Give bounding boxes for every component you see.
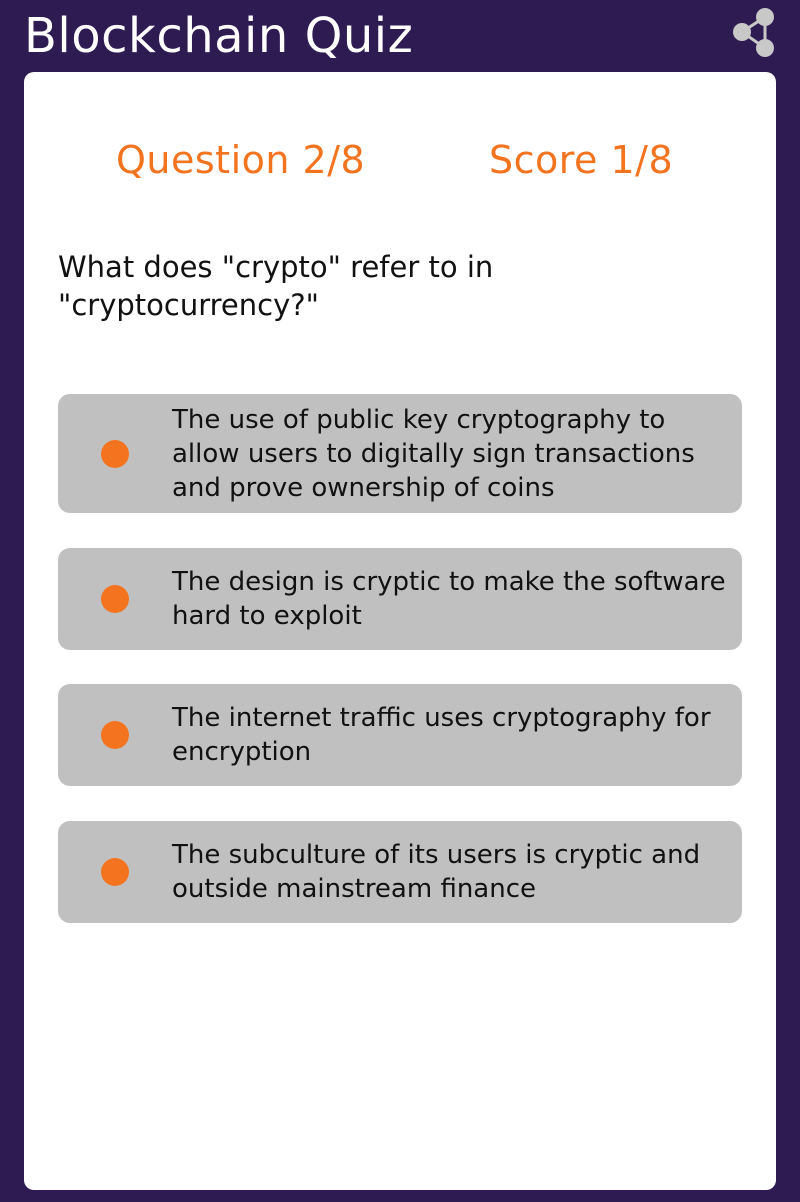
question-counter: Question 2/8 — [116, 138, 366, 182]
share-button[interactable] — [728, 4, 780, 60]
app-header: Blockchain Quiz — [0, 0, 800, 72]
answer-option-2[interactable]: The design is cryptic to make the softwa… — [58, 548, 742, 650]
app-title: Blockchain Quiz — [24, 8, 414, 64]
radio-dot-icon — [101, 858, 129, 886]
answer-option-text: The subculture of its users is cryptic a… — [172, 840, 701, 904]
share-icon — [733, 8, 774, 57]
answer-option-4[interactable]: The subculture of its users is cryptic a… — [58, 821, 742, 923]
score-counter: Score 1/8 — [489, 138, 674, 182]
answer-option-text: The internet traffic uses cryptography f… — [172, 703, 711, 767]
radio-dot-icon — [101, 439, 129, 468]
question-text: What does "crypto" refer to in "cryptocu… — [58, 250, 494, 322]
answer-option-1[interactable]: The use of public key cryptography to al… — [58, 394, 742, 513]
answer-option-3[interactable]: The internet traffic uses cryptography f… — [58, 684, 742, 786]
answer-option-text: The use of public key cryptography to al… — [172, 404, 695, 503]
answer-option-text: The design is cryptic to make the softwa… — [172, 567, 726, 631]
radio-dot-icon — [101, 721, 129, 749]
radio-dot-icon — [101, 585, 129, 613]
